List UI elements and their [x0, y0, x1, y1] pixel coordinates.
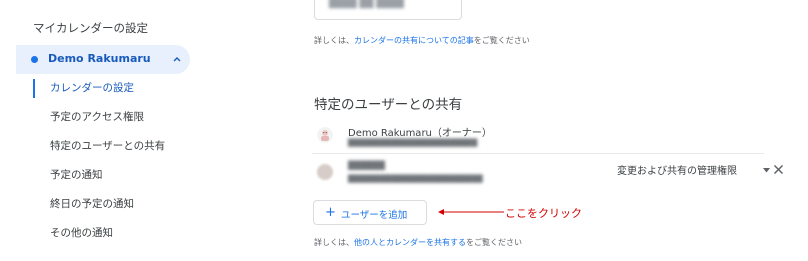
- sidebar-calendar-item[interactable]: Demo Rakumaru: [16, 45, 190, 74]
- sidebar-item-calendar-settings[interactable]: カレンダーの設定: [32, 74, 200, 103]
- annotation-arrow-icon: [438, 209, 504, 215]
- sidebar-item-share-with-people[interactable]: 特定のユーザーとの共有: [32, 132, 200, 161]
- annotation-text: ここをクリック: [505, 207, 582, 220]
- add-user-button[interactable]: + ユーザーを追加: [313, 200, 427, 225]
- owner-email-blurred: ████████████████████████: [348, 139, 478, 147]
- sidebar-title: マイカレンダーの設定: [33, 21, 148, 35]
- shared-user-name-blurred: ██████: [348, 161, 385, 170]
- bottom-info-text: 詳しくは、他の人とカレンダーを共有するをご覧ください: [314, 238, 522, 247]
- shared-user-avatar: [317, 164, 333, 180]
- shared-user-row: ██████ █████████████████████████ 変更および共有…: [312, 154, 770, 190]
- section-title: 特定のユーザーとの共有: [314, 97, 463, 113]
- permission-select[interactable]: 変更および共有の管理権限: [617, 162, 737, 177]
- share-calendar-help-link[interactable]: 他の人とカレンダーを共有する: [354, 238, 466, 247]
- calendar-settings-page: マイカレンダーの設定 Demo Rakumaru カレンダーの設定 予定のアクセ…: [0, 0, 808, 261]
- main-content: ████ ██ ████ 詳しくは、カレンダーの共有についての記事をご覧ください…: [312, 0, 808, 261]
- sidebar-item-event-notifications[interactable]: 予定の通知: [32, 161, 200, 190]
- calendar-name: Demo Rakumaru: [48, 52, 151, 65]
- share-link-button[interactable]: ████ ██ ████: [314, 0, 462, 20]
- owner-avatar: [317, 127, 333, 143]
- calendar-sharing-article-link[interactable]: カレンダーの共有についての記事: [354, 36, 474, 45]
- settings-sidebar: マイカレンダーの設定 Demo Rakumaru カレンダーの設定 予定のアクセ…: [0, 0, 200, 261]
- calendar-color-dot: [31, 56, 38, 63]
- dropdown-caret-icon[interactable]: [763, 168, 770, 173]
- blurred-button-label: ████ ██ ████: [329, 0, 404, 9]
- close-icon[interactable]: [773, 164, 784, 175]
- owner-name: Demo Rakumaru（オーナー）: [348, 128, 492, 139]
- owner-row: Demo Rakumaru（オーナー） ████████████████████…: [312, 118, 764, 154]
- sidebar-item-all-day-notifications[interactable]: 終日の予定の通知: [32, 190, 200, 219]
- calendar-settings-menu: カレンダーの設定 予定のアクセス権限 特定のユーザーとの共有 予定の通知 終日の…: [32, 74, 200, 248]
- add-user-label: ユーザーを追加: [341, 210, 408, 221]
- plus-icon: +: [325, 205, 336, 220]
- sidebar-item-access-permissions[interactable]: 予定のアクセス権限: [32, 103, 200, 132]
- sidebar-item-other-notifications[interactable]: その他の通知: [32, 219, 200, 248]
- chevron-up-icon[interactable]: [172, 54, 182, 64]
- shared-user-email-blurred: █████████████████████████: [348, 175, 483, 183]
- top-info-text: 詳しくは、カレンダーの共有についての記事をご覧ください: [314, 36, 530, 45]
